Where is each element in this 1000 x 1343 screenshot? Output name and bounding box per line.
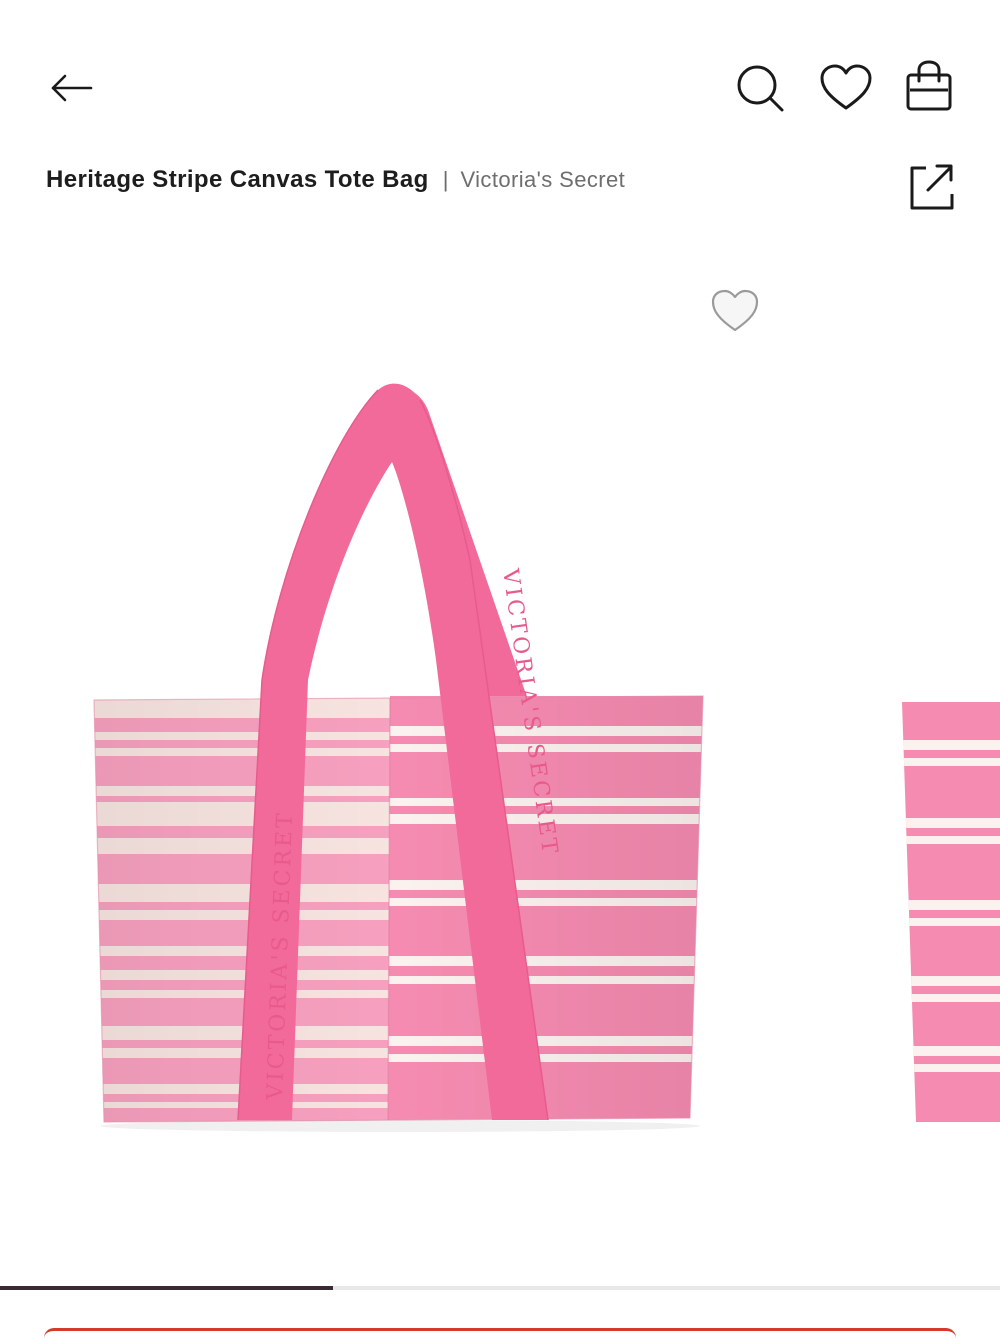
- brand-name[interactable]: Victoria's Secret: [460, 167, 625, 193]
- image-favorite-button[interactable]: [706, 284, 764, 338]
- wishlist-button[interactable]: [818, 60, 874, 116]
- add-to-bag-button-edge[interactable]: [44, 1328, 956, 1343]
- shopping-bag-button[interactable]: [900, 58, 956, 114]
- product-image-carousel[interactable]: VICTORIA'S SECRET VICTORIA'S SECRET: [0, 240, 1000, 1270]
- product-image[interactable]: VICTORIA'S SECRET VICTORIA'S SECRET: [0, 240, 900, 1270]
- heart-outline-icon: [711, 289, 759, 332]
- heart-icon: [820, 64, 872, 110]
- carousel-progress-bar: [0, 1286, 1000, 1290]
- share-button[interactable]: [902, 158, 958, 214]
- title-separator: |: [442, 167, 449, 192]
- product-title-row: Heritage Stripe Canvas Tote Bag | Victor…: [46, 160, 625, 200]
- arrow-left-icon: [51, 74, 93, 102]
- product-title: Heritage Stripe Canvas Tote Bag: [46, 166, 429, 193]
- share-icon: [910, 164, 954, 210]
- shopping-bag-icon: [906, 60, 952, 111]
- top-navigation-bar: [0, 40, 1000, 136]
- carousel-progress-fill: [0, 1286, 333, 1290]
- back-button[interactable]: [42, 60, 98, 116]
- next-product-image-peek[interactable]: [900, 240, 1000, 1270]
- search-button[interactable]: [732, 60, 788, 116]
- search-icon: [737, 65, 784, 112]
